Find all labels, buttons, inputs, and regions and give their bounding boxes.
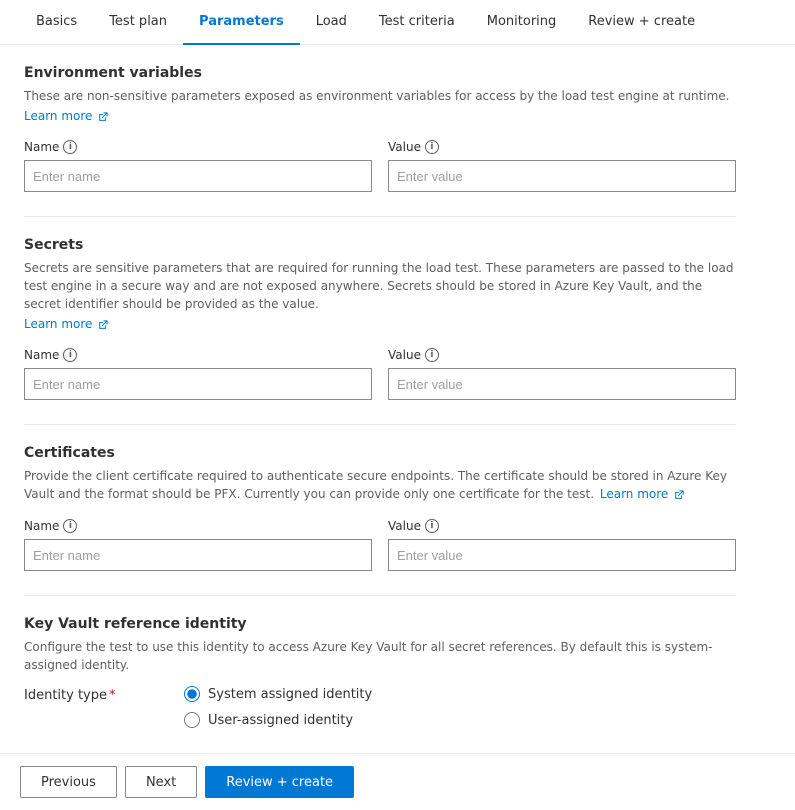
- bottom-bar: Previous Next Review + create: [0, 753, 795, 810]
- tab-testplan[interactable]: Test plan: [93, 0, 183, 45]
- env-vars-value-col: Value i: [388, 140, 736, 192]
- certificates-name-col: Name i: [24, 519, 372, 571]
- identity-section: Key Vault reference identity Configure t…: [24, 616, 736, 728]
- env-vars-name-info-icon[interactable]: i: [63, 140, 77, 154]
- env-vars-name-input[interactable]: [24, 160, 372, 192]
- certificates-value-label: Value i: [388, 519, 736, 533]
- radio-user-assigned-label: User-assigned identity: [208, 713, 353, 728]
- tab-navigation: Basics Test plan Parameters Load Test cr…: [0, 0, 795, 45]
- env-vars-name-col: Name i: [24, 140, 372, 192]
- divider-2: [24, 424, 736, 425]
- env-vars-value-label: Value i: [388, 140, 736, 154]
- secrets-value-input[interactable]: [388, 368, 736, 400]
- review-create-button[interactable]: Review + create: [205, 766, 354, 798]
- certificates-form-row: Name i Value i: [24, 519, 736, 571]
- identity-type-label: Identity type*: [24, 686, 184, 703]
- radio-system-assigned-label: System assigned identity: [208, 687, 372, 702]
- certificates-value-info-icon[interactable]: i: [425, 519, 439, 533]
- tab-load[interactable]: Load: [300, 0, 363, 45]
- certificates-value-col: Value i: [388, 519, 736, 571]
- next-button[interactable]: Next: [125, 766, 197, 798]
- secrets-value-col: Value i: [388, 348, 736, 400]
- identity-row: Identity type* System assigned identity …: [24, 686, 736, 728]
- identity-radio-group: System assigned identity User-assigned i…: [184, 686, 372, 728]
- secrets-learn-more[interactable]: Learn more: [24, 317, 108, 331]
- tab-parameters[interactable]: Parameters: [183, 0, 300, 45]
- radio-user-assigned-input[interactable]: [184, 712, 200, 728]
- certificates-external-link-icon: [674, 490, 684, 500]
- identity-title: Key Vault reference identity: [24, 616, 736, 632]
- certificates-description: Provide the client certificate required …: [24, 467, 736, 503]
- radio-system-assigned[interactable]: System assigned identity: [184, 686, 372, 702]
- env-vars-value-input[interactable]: [388, 160, 736, 192]
- certificates-value-input[interactable]: [388, 539, 736, 571]
- secrets-form-row: Name i Value i: [24, 348, 736, 400]
- secrets-value-label: Value i: [388, 348, 736, 362]
- previous-button[interactable]: Previous: [20, 766, 117, 798]
- tab-basics[interactable]: Basics: [20, 0, 93, 45]
- secrets-external-link-icon: [98, 320, 108, 330]
- main-content: Environment variables These are non-sens…: [0, 45, 760, 772]
- certificates-name-input[interactable]: [24, 539, 372, 571]
- identity-description: Configure the test to use this identity …: [24, 638, 736, 674]
- divider-1: [24, 216, 736, 217]
- env-vars-title: Environment variables: [24, 65, 736, 81]
- certificates-section: Certificates Provide the client certific…: [24, 445, 736, 571]
- env-vars-description: These are non-sensitive parameters expos…: [24, 87, 736, 105]
- radio-user-assigned[interactable]: User-assigned identity: [184, 712, 372, 728]
- secrets-title: Secrets: [24, 237, 736, 253]
- certificates-name-label: Name i: [24, 519, 372, 533]
- env-vars-form-row: Name i Value i: [24, 140, 736, 192]
- secrets-section: Secrets Secrets are sensitive parameters…: [24, 237, 736, 400]
- tab-reviewcreate[interactable]: Review + create: [572, 0, 711, 45]
- env-vars-value-info-icon[interactable]: i: [425, 140, 439, 154]
- env-vars-name-label: Name i: [24, 140, 372, 154]
- env-vars-learn-more[interactable]: Learn more: [24, 109, 108, 123]
- tab-monitoring[interactable]: Monitoring: [471, 0, 573, 45]
- env-vars-section: Environment variables These are non-sens…: [24, 65, 736, 192]
- secrets-name-col: Name i: [24, 348, 372, 400]
- certificates-title: Certificates: [24, 445, 736, 461]
- certificates-learn-more[interactable]: Learn more: [600, 487, 684, 501]
- secrets-name-info-icon[interactable]: i: [63, 348, 77, 362]
- divider-3: [24, 595, 736, 596]
- secrets-description: Secrets are sensitive parameters that ar…: [24, 259, 736, 313]
- radio-system-assigned-input[interactable]: [184, 686, 200, 702]
- secrets-value-info-icon[interactable]: i: [425, 348, 439, 362]
- secrets-name-label: Name i: [24, 348, 372, 362]
- secrets-name-input[interactable]: [24, 368, 372, 400]
- external-link-icon: [98, 112, 108, 122]
- required-star: *: [109, 688, 116, 703]
- tab-testcriteria[interactable]: Test criteria: [363, 0, 471, 45]
- certificates-name-info-icon[interactable]: i: [63, 519, 77, 533]
